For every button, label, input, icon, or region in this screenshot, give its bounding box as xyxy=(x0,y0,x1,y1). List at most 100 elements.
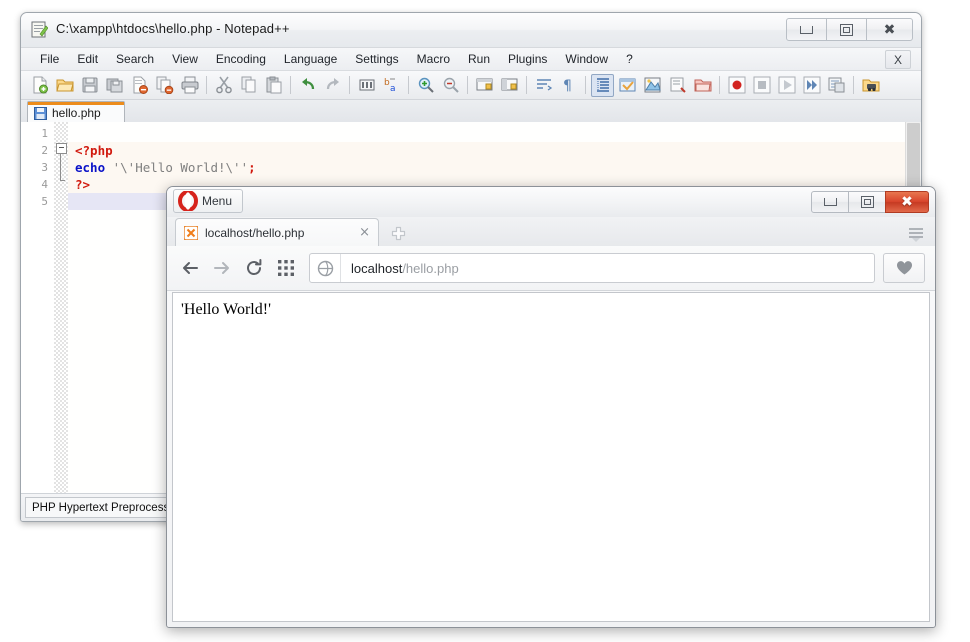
opera-menu-label: Menu xyxy=(202,194,233,208)
browser-tab-localhost-hello-php[interactable]: localhost/hello.php × xyxy=(175,218,379,246)
save-icon[interactable] xyxy=(79,75,100,96)
notepad-title-text: C:\xampp\htdocs\hello.php - Notepad++ xyxy=(56,21,290,36)
php-semicolon: ; xyxy=(248,160,256,175)
php-keyword-echo: echo xyxy=(75,160,106,175)
address-bar[interactable]: localhost/hello.php xyxy=(309,253,875,283)
address-bar-url: localhost/hello.php xyxy=(341,261,459,276)
print-icon[interactable] xyxy=(179,75,200,96)
browser-minimize-button[interactable] xyxy=(811,191,849,213)
sync-vertical-icon[interactable] xyxy=(474,75,495,96)
line-number-gutter: 1 2 3 4 5 xyxy=(21,122,54,493)
document-map-icon[interactable] xyxy=(642,75,663,96)
globe-icon[interactable] xyxy=(310,254,341,282)
page-output-text: 'Hello World!' xyxy=(181,301,271,318)
cut-icon[interactable] xyxy=(213,75,234,96)
indent-guide-icon[interactable] xyxy=(591,73,614,97)
menu-item-window[interactable]: Window xyxy=(556,50,617,68)
opera-menu-button[interactable]: Menu xyxy=(173,189,244,213)
word-wrap-icon[interactable] xyxy=(533,75,554,96)
browser-restore-button[interactable] xyxy=(848,191,886,213)
svg-text:¶: ¶ xyxy=(563,78,572,94)
redo-icon[interactable] xyxy=(322,75,343,96)
code-line-3: echo '\'Hello World!\''; xyxy=(68,159,921,176)
show-all-chars-icon[interactable]: ¶ xyxy=(558,75,579,96)
xampp-favicon xyxy=(184,225,198,240)
menu-item-language[interactable]: Language xyxy=(275,50,346,68)
function-list-icon[interactable] xyxy=(667,75,688,96)
php-close-tag: ?> xyxy=(75,177,91,192)
reload-icon[interactable] xyxy=(241,255,267,281)
toolbar-separator xyxy=(719,76,720,94)
user-defined-dialog-icon[interactable] xyxy=(617,75,638,96)
menu-item-settings[interactable]: Settings xyxy=(346,50,407,68)
notepad-close-button[interactable]: ✖ xyxy=(866,18,913,41)
menu-item-help[interactable]: ? xyxy=(617,50,642,68)
toolbar-separator xyxy=(290,76,291,94)
fold-collapse-box[interactable] xyxy=(56,143,67,154)
url-path: /hello.php xyxy=(402,260,459,276)
code-line-2: <?php xyxy=(68,142,921,159)
open-file-icon[interactable] xyxy=(54,75,75,96)
status-language: PHP Hypertext Preprocess xyxy=(25,497,189,518)
notepad-toolbar: ba ¶ xyxy=(21,71,921,100)
menu-item-search[interactable]: Search xyxy=(107,50,163,68)
heart-bookmark-icon[interactable] xyxy=(883,253,925,283)
play-macro-icon[interactable] xyxy=(776,75,797,96)
close-file-icon[interactable] xyxy=(129,75,150,96)
record-macro-icon[interactable] xyxy=(726,75,747,96)
sync-horizontal-icon[interactable] xyxy=(499,75,520,96)
menu-item-encoding[interactable]: Encoding xyxy=(207,50,275,68)
editor-tab-label: hello.php xyxy=(52,106,101,120)
menu-item-plugins[interactable]: Plugins xyxy=(499,50,556,68)
menu-item-file[interactable]: File xyxy=(31,50,68,68)
browser-close-button[interactable]: ✖ xyxy=(885,191,929,213)
browser-tab-title: localhost/hello.php xyxy=(205,225,305,240)
replace-icon[interactable]: ba xyxy=(381,75,402,96)
browser-page-viewport[interactable]: 'Hello World!' xyxy=(172,292,930,622)
copy-icon[interactable] xyxy=(238,75,259,96)
line-number: 2 xyxy=(41,144,48,157)
saved-file-icon xyxy=(34,106,47,120)
find-icon[interactable] xyxy=(356,75,377,96)
editor-tab-hello-php[interactable]: hello.php xyxy=(27,101,125,124)
notepad-minimize-button[interactable] xyxy=(786,18,827,41)
run-macro-multiple-icon[interactable] xyxy=(801,75,822,96)
save-macro-icon[interactable] xyxy=(826,75,847,96)
folder-as-workspace-icon[interactable] xyxy=(692,75,713,96)
arrow-left-icon[interactable] xyxy=(177,255,203,281)
close-all-icon[interactable] xyxy=(154,75,175,96)
run-icon[interactable] xyxy=(860,75,881,96)
new-tab-button[interactable] xyxy=(385,221,411,246)
svg-text:a: a xyxy=(390,84,396,94)
arrow-right-icon[interactable] xyxy=(209,255,235,281)
undo-icon[interactable] xyxy=(297,75,318,96)
php-open-tag: <?php xyxy=(75,143,113,158)
menu-item-edit[interactable]: Edit xyxy=(68,50,107,68)
toolbar-separator xyxy=(349,76,350,94)
menu-item-macro[interactable]: Macro xyxy=(408,50,459,68)
zoom-out-icon[interactable] xyxy=(440,75,461,96)
close-document-button[interactable]: X xyxy=(885,50,911,69)
close-icon[interactable]: × xyxy=(359,225,370,240)
sidebar-toggle-icon[interactable] xyxy=(907,227,925,243)
menu-item-view[interactable]: View xyxy=(163,50,207,68)
browser-tabstrip: localhost/hello.php × xyxy=(167,217,935,246)
stop-macro-icon[interactable] xyxy=(751,75,772,96)
paste-icon[interactable] xyxy=(263,75,284,96)
fold-range-line xyxy=(60,153,65,181)
opera-browser-window: Menu ✖ localhost/hello.php × localhost/h… xyxy=(166,186,936,628)
notepad-titlebar[interactable]: C:\xampp\htdocs\hello.php - Notepad++ ✖ xyxy=(21,13,921,48)
zoom-in-icon[interactable] xyxy=(415,75,436,96)
browser-window-controls: ✖ xyxy=(811,191,929,213)
save-all-icon[interactable] xyxy=(104,75,125,96)
menu-item-run[interactable]: Run xyxy=(459,50,499,68)
notepad-restore-button[interactable] xyxy=(826,18,867,41)
new-file-icon[interactable] xyxy=(29,75,50,96)
notepad-menubar: File Edit Search View Encoding Language … xyxy=(21,48,921,71)
browser-navigation-bar: localhost/hello.php xyxy=(167,246,935,291)
browser-titlebar[interactable]: Menu ✖ xyxy=(167,187,935,217)
speed-dial-grid-icon[interactable] xyxy=(273,255,299,281)
code-folding-margin[interactable] xyxy=(54,122,68,493)
toolbar-separator xyxy=(206,76,207,94)
